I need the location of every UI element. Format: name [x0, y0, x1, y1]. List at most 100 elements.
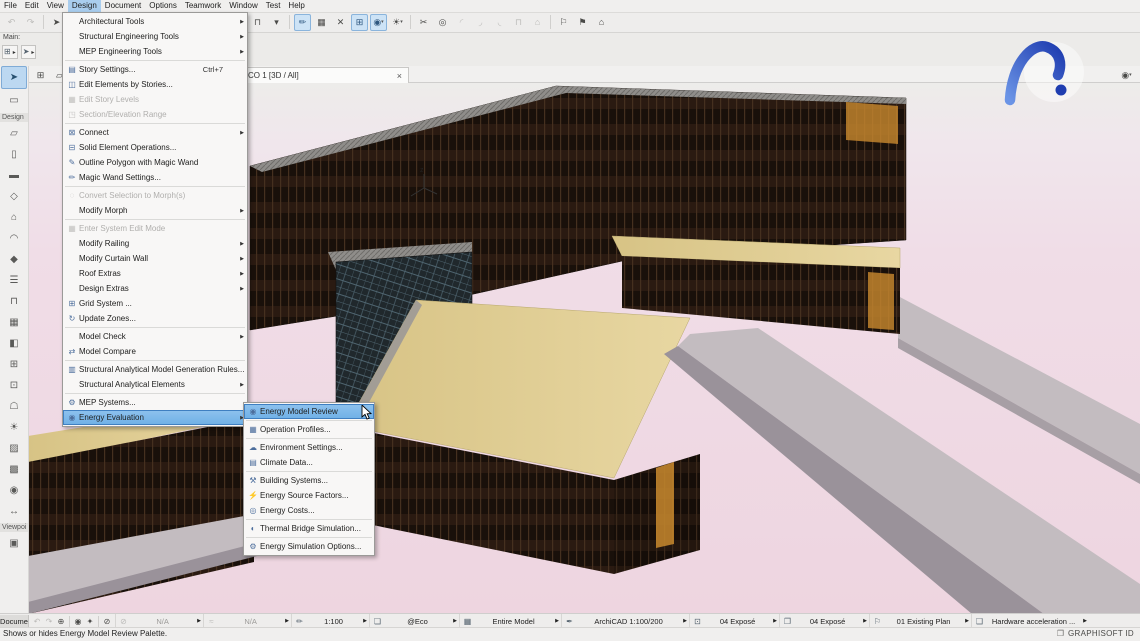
trim-elements-icon[interactable]: ▦: [313, 14, 330, 31]
menu-file[interactable]: File: [0, 0, 21, 12]
object-tool[interactable]: ☖: [1, 396, 27, 417]
menu-item-story-settings[interactable]: ▤Story Settings...Ctrl+7: [63, 62, 247, 77]
menu-item-design-extras[interactable]: Design Extras▶: [63, 281, 247, 296]
menu-item-model-compare[interactable]: ⇄Model Compare: [63, 344, 247, 359]
split-icon[interactable]: ✕: [332, 14, 349, 31]
layer-combination-control[interactable]: ≈N/A▶: [203, 614, 291, 628]
sun-study-icon[interactable]: ☀▾: [389, 14, 406, 31]
menu-item-magic-wand-settings[interactable]: ✏Magic Wand Settings...: [63, 170, 247, 185]
lock-icon[interactable]: ⊓: [249, 14, 266, 31]
morph-tool[interactable]: ◆: [1, 249, 27, 270]
menu-item-model-check[interactable]: Model Check▶: [63, 329, 247, 344]
document-button[interactable]: Docume: [0, 615, 29, 628]
menu-item-structural-analytical-model-generation-rules[interactable]: ▥Structural Analytical Model Generation …: [63, 362, 247, 377]
adjust-icon[interactable]: ⊞: [351, 14, 368, 31]
favorites-combo[interactable]: ⊞▸: [2, 45, 18, 59]
menu-help[interactable]: Help: [284, 0, 308, 12]
menu-view[interactable]: View: [43, 0, 68, 12]
graphic-override-control[interactable]: ❐04 Exposé▶: [779, 614, 869, 628]
slab-tool[interactable]: ◇: [1, 186, 27, 207]
railing-tool[interactable]: ⊓: [1, 291, 27, 312]
skylight-tool[interactable]: ⊡: [1, 375, 27, 396]
pen-set-control[interactable]: ✒ArchiCAD 1:100/200▶: [561, 614, 689, 628]
model-view-options-control[interactable]: ⊡04 Exposé▶: [689, 614, 779, 628]
menu-item-operation-profiles[interactable]: ▦Operation Profiles...: [244, 422, 374, 437]
menu-item-outline-polygon-with-magic-wand[interactable]: ✎Outline Polygon with Magic Wand: [63, 155, 247, 170]
explore-icon[interactable]: ✦: [84, 617, 96, 626]
camera-icon[interactable]: ◉▾: [370, 14, 387, 31]
menu-item-energy-evaluation[interactable]: ◉Energy Evaluation▶: [63, 410, 247, 425]
home-icon[interactable]: ⌂: [593, 14, 610, 31]
menu-item-structural-engineering-tools[interactable]: Structural Engineering Tools▶: [63, 29, 247, 44]
renovation-filter-control[interactable]: ⊘N/A▶: [115, 614, 203, 628]
magic-wand-icon[interactable]: ✏: [294, 14, 311, 31]
quick-options-icon[interactable]: ⊞: [32, 67, 49, 84]
menu-item-modify-railing[interactable]: Modify Railing▶: [63, 236, 247, 251]
menu-item-mep-systems[interactable]: ⚙MEP Systems...: [63, 395, 247, 410]
menu-item-environment-settings[interactable]: ☁Environment Settings...: [244, 440, 374, 455]
lamp-tool[interactable]: ☀: [1, 417, 27, 438]
marquee-tool[interactable]: ▭: [1, 89, 27, 112]
shell-tool[interactable]: ◠: [1, 228, 27, 249]
menu-item-mep-engineering-tools[interactable]: MEP Engineering Tools▶: [63, 44, 247, 59]
combo-row: ⊞▸➤▸: [2, 45, 39, 59]
menu-item-energy-costs[interactable]: ◎Energy Costs...: [244, 503, 374, 518]
lock-dropdown-caret-icon[interactable]: ▾: [268, 14, 285, 31]
zone-tool[interactable]: ▨: [1, 438, 27, 459]
layer-control[interactable]: ❏@Eco▶: [369, 614, 459, 628]
pick-up-parameters-icon[interactable]: ◎: [434, 14, 451, 31]
menu-item-modify-morph[interactable]: Modify Morph▶: [63, 203, 247, 218]
energy-costs-icon: ◎: [246, 506, 260, 515]
menu-item-edit-elements-by-stories[interactable]: ◫Edit Elements by Stories...: [63, 77, 247, 92]
menu-item-climate-data[interactable]: ▤Climate Data...: [244, 455, 374, 470]
zoom-icon[interactable]: ⊕: [55, 617, 67, 626]
selection-combo[interactable]: ➤▸: [21, 45, 37, 59]
menu-item-roof-extras[interactable]: Roof Extras▶: [63, 266, 247, 281]
menu-item-structural-analytical-elements[interactable]: Structural Analytical Elements▶: [63, 377, 247, 392]
menu-item-architectural-tools[interactable]: Architectural Tools▶: [63, 14, 247, 29]
menu-teamwork[interactable]: Teamwork: [181, 0, 225, 12]
roof-tool[interactable]: ⌂: [1, 207, 27, 228]
menu-item-energy-source-factors[interactable]: ⚡Energy Source Factors...: [244, 488, 374, 503]
menu-item-connect[interactable]: ⊠Connect▶: [63, 125, 247, 140]
flag-add-icon[interactable]: ⚑: [574, 14, 591, 31]
viewpoint-tool[interactable]: ▣: [1, 533, 27, 554]
menu-item-energy-model-review[interactable]: ◉Energy Model Review: [244, 404, 374, 419]
mesh-tool[interactable]: ▩: [1, 459, 27, 480]
structure-display-control[interactable]: ▦Entire Model▶: [459, 614, 561, 628]
tab-eco-3d[interactable]: CO 1 [3D / All] ×: [243, 67, 409, 83]
camera-tool[interactable]: ◉: [1, 480, 27, 501]
curtain-wall-tool[interactable]: ▦: [1, 312, 27, 333]
menu-item-solid-element-operations[interactable]: ⊟Solid Element Operations...: [63, 140, 247, 155]
menu-document[interactable]: Document: [101, 0, 145, 12]
menu-edit[interactable]: Edit: [21, 0, 43, 12]
renovation-control[interactable]: ⚐01 Existing Plan▶: [869, 614, 971, 628]
dimension-tool[interactable]: ↔: [1, 501, 27, 522]
door-tool[interactable]: ◧: [1, 333, 27, 354]
zoom-options-icon[interactable]: ⊘: [101, 617, 113, 626]
select-tool[interactable]: ➤: [1, 66, 27, 89]
scale-control[interactable]: ✏1:100▶: [291, 614, 369, 628]
view-settings-icon[interactable]: ◉▾: [1118, 67, 1135, 84]
scissors-icon[interactable]: ✂: [415, 14, 432, 31]
brand-area[interactable]: ❐ GRAPHISOFT ID: [1057, 628, 1134, 640]
menu-item-grid-system[interactable]: ⊞Grid System ...: [63, 296, 247, 311]
tab-close-icon[interactable]: ×: [395, 71, 404, 81]
flag-icon[interactable]: ⚐: [555, 14, 572, 31]
stair-tool[interactable]: ☰: [1, 270, 27, 291]
orbit-icon[interactable]: ◉: [72, 617, 84, 626]
menu-design[interactable]: Design: [68, 0, 101, 12]
3d-style-control[interactable]: ❑Hardware acceleration ...▶: [971, 614, 1089, 628]
menu-item-update-zones[interactable]: ↻Update Zones...: [63, 311, 247, 326]
menu-item-energy-simulation-options[interactable]: ⚙Energy Simulation Options...: [244, 539, 374, 554]
menu-window[interactable]: Window: [225, 0, 261, 12]
window-tool[interactable]: ⊞: [1, 354, 27, 375]
menu-test[interactable]: Test: [262, 0, 285, 12]
column-tool[interactable]: ▯: [1, 144, 27, 165]
beam-tool[interactable]: ▬: [1, 165, 27, 186]
menu-item-building-systems[interactable]: ⚒Building Systems...: [244, 473, 374, 488]
menu-item-thermal-bridge-simulation[interactable]: ◐Thermal Bridge Simulation...: [244, 521, 374, 536]
menu-item-modify-curtain-wall[interactable]: Modify Curtain Wall▶: [63, 251, 247, 266]
wall-tool[interactable]: ▱: [1, 123, 27, 144]
menu-options[interactable]: Options: [145, 0, 181, 12]
